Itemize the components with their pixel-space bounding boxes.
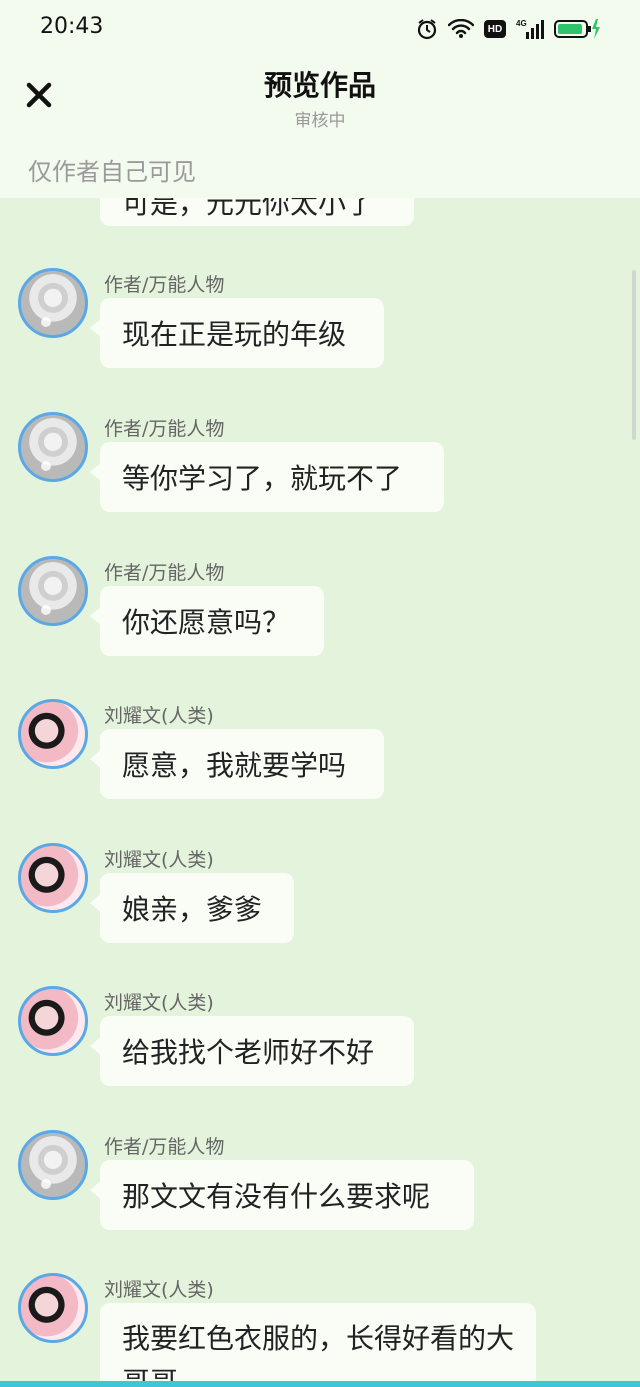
message-bubble[interactable]: 愿意，我就要学吗 <box>90 729 384 799</box>
message-bubble[interactable]: 那文文有没有什么要求呢 <box>90 1160 474 1230</box>
message-bubble[interactable]: 你还愿意吗？ <box>90 586 324 656</box>
page-title: 预览作品 <box>263 69 376 102</box>
avatar[interactable] <box>18 1130 88 1200</box>
network-label: 4G <box>516 19 527 28</box>
avatar[interactable] <box>18 412 88 482</box>
signal-icon: 4G <box>516 18 544 40</box>
status-icons: HD 4G <box>416 16 600 42</box>
message-bubble[interactable]: 等你学习了，就玩不了 <box>90 442 444 512</box>
battery-charging-icon <box>554 18 600 40</box>
sender-name: 作者/万能人物 <box>104 1136 225 1158</box>
scrollbar[interactable] <box>632 270 636 440</box>
status-time: 20:43 <box>40 14 104 39</box>
alarm-icon <box>416 18 438 40</box>
avatar[interactable] <box>18 986 88 1056</box>
wifi-icon <box>448 19 474 39</box>
sender-name: 刘耀文(人类) <box>104 705 214 727</box>
sender-name: 作者/万能人物 <box>104 274 225 296</box>
hd-icon: HD <box>484 20 506 38</box>
message-bubble[interactable]: 我要红色衣服的，长得好看的大哥哥 <box>100 1303 536 1387</box>
status-bar: 20:43 HD 4G <box>0 0 640 56</box>
chat-list[interactable]: 可是，元元你太小了 作者/万能人物 现在正是玩的年级 作者/万能人物 等你学习了… <box>0 160 640 1387</box>
top-header: 20:43 HD 4G 预览作品 审核中 仅作者自己可见 <box>0 0 640 198</box>
avatar[interactable] <box>18 843 88 913</box>
avatar[interactable] <box>18 1273 88 1343</box>
review-status: 审核中 <box>294 111 346 131</box>
chat-message: 刘耀文(人类) 我要红色衣服的，长得好看的大哥哥 <box>0 1273 640 1387</box>
sender-name: 作者/万能人物 <box>104 418 225 440</box>
chat-message: 刘耀文(人类) 给我找个老师好不好 <box>0 986 640 1116</box>
avatar[interactable] <box>18 268 88 338</box>
chat-message: 刘耀文(人类) 娘亲，爹爹 <box>0 843 640 973</box>
sender-name: 作者/万能人物 <box>104 562 225 584</box>
chat-message: 作者/万能人物 现在正是玩的年级 <box>0 268 640 398</box>
message-bubble[interactable]: 现在正是玩的年级 <box>90 298 384 368</box>
bottom-accent-bar <box>0 1381 640 1387</box>
message-bubble[interactable]: 娘亲，爹爹 <box>90 873 294 943</box>
chat-message: 作者/万能人物 等你学习了，就玩不了 <box>0 412 640 542</box>
visibility-note: 仅作者自己可见 <box>28 158 196 186</box>
chat-message: 作者/万能人物 那文文有没有什么要求呢 <box>0 1130 640 1260</box>
chat-message: 作者/万能人物 你还愿意吗？ <box>0 556 640 686</box>
message-bubble[interactable]: 给我找个老师好不好 <box>90 1016 414 1086</box>
avatar[interactable] <box>18 556 88 626</box>
sender-name: 刘耀文(人类) <box>104 992 214 1014</box>
sender-name: 刘耀文(人类) <box>104 1279 214 1301</box>
avatar[interactable] <box>18 699 88 769</box>
chat-message: 刘耀文(人类) 愿意，我就要学吗 <box>0 699 640 829</box>
sender-name: 刘耀文(人类) <box>104 849 214 871</box>
